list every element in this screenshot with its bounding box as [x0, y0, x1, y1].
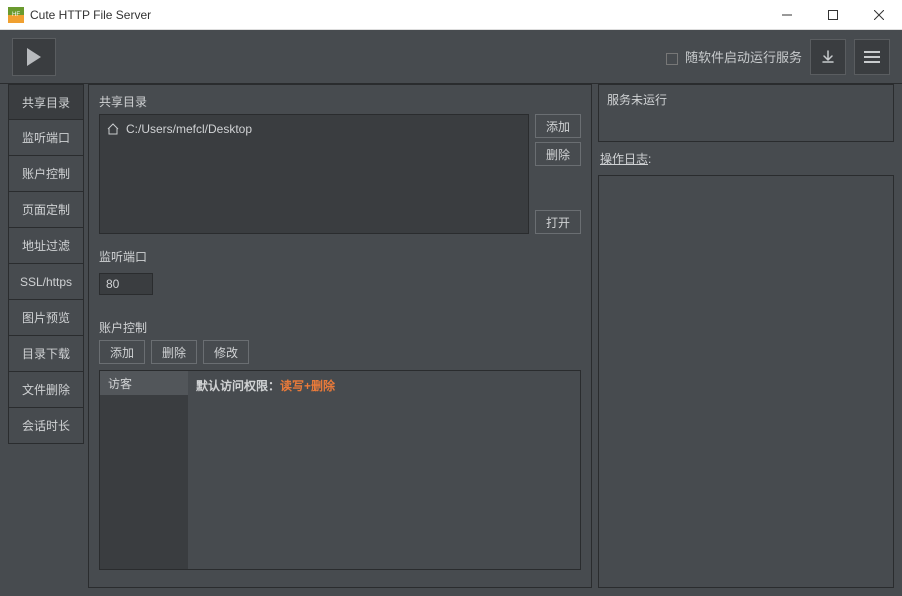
close-button[interactable]	[856, 0, 902, 30]
maximize-button[interactable]	[810, 0, 856, 30]
sidebar: 共享目录 监听端口 账户控制 页面定制 地址过滤 SSL/https 图片预览 …	[8, 84, 84, 588]
account-add-button[interactable]: 添加	[99, 340, 145, 364]
play-icon	[27, 48, 41, 66]
sidebar-item-listen-port[interactable]: 监听端口	[8, 120, 84, 156]
port-title: 监听端口	[99, 248, 581, 265]
account-modify-button[interactable]: 修改	[203, 340, 249, 364]
sidebar-item-dir-download[interactable]: 目录下载	[8, 336, 84, 372]
perm-label: 默认访问权限：	[196, 379, 280, 393]
close-icon	[874, 10, 884, 20]
sidebar-item-image-preview[interactable]: 图片预览	[8, 300, 84, 336]
sidebar-item-account[interactable]: 账户控制	[8, 156, 84, 192]
app-icon: HF	[8, 7, 24, 23]
sidebar-item-ssl[interactable]: SSL/https	[8, 264, 84, 300]
hamburger-icon	[864, 51, 880, 63]
share-add-button[interactable]: 添加	[535, 114, 581, 138]
log-box[interactable]	[598, 175, 894, 588]
share-dir-list[interactable]: C:/Users/mefcl/Desktop	[99, 114, 529, 234]
sidebar-item-share-dir[interactable]: 共享目录	[8, 84, 84, 120]
sidebar-item-addr-filter[interactable]: 地址过滤	[8, 228, 84, 264]
sidebar-item-session[interactable]: 会话时长	[8, 408, 84, 444]
minimize-button[interactable]	[764, 0, 810, 30]
autorun-label: 随软件启动运行服务	[685, 50, 802, 65]
share-open-button[interactable]: 打开	[535, 210, 581, 234]
toolbar: 随软件启动运行服务	[0, 30, 902, 84]
start-server-button[interactable]	[12, 38, 56, 76]
perm-value: 读写+删除	[280, 379, 335, 393]
account-item-guest[interactable]: 访客	[100, 371, 188, 395]
minimize-icon	[782, 10, 792, 20]
download-icon	[821, 50, 835, 64]
account-delete-button[interactable]: 删除	[151, 340, 197, 364]
log-colon: :	[648, 152, 651, 166]
menu-button[interactable]	[854, 39, 890, 75]
right-panel: 服务未运行 操作日志:	[598, 84, 894, 588]
sidebar-item-file-delete[interactable]: 文件删除	[8, 372, 84, 408]
port-input[interactable]	[99, 273, 153, 295]
status-box: 服务未运行	[598, 84, 894, 142]
autorun-checkbox-wrap[interactable]: 随软件启动运行服务	[666, 47, 802, 66]
share-dir-title: 共享目录	[99, 93, 581, 110]
autorun-checkbox[interactable]	[666, 53, 678, 65]
app-title: Cute HTTP File Server	[30, 8, 764, 22]
home-icon	[106, 123, 120, 135]
sidebar-item-page-custom[interactable]: 页面定制	[8, 192, 84, 228]
download-button[interactable]	[810, 39, 846, 75]
log-label[interactable]: 操作日志	[600, 152, 648, 166]
share-delete-button[interactable]: 删除	[535, 142, 581, 166]
maximize-icon	[828, 10, 838, 20]
share-dir-path: C:/Users/mefcl/Desktop	[126, 122, 252, 136]
account-detail: 默认访问权限：读写+删除	[188, 371, 580, 569]
share-dir-item[interactable]: C:/Users/mefcl/Desktop	[106, 119, 522, 139]
titlebar: HF Cute HTTP File Server	[0, 0, 902, 30]
status-text: 服务未运行	[607, 93, 667, 107]
center-panel[interactable]: 共享目录 C:/Users/mefcl/Desktop 添加 删除 打开	[88, 84, 592, 588]
account-title: 账户控制	[99, 319, 581, 336]
account-list[interactable]: 访客	[100, 371, 188, 569]
